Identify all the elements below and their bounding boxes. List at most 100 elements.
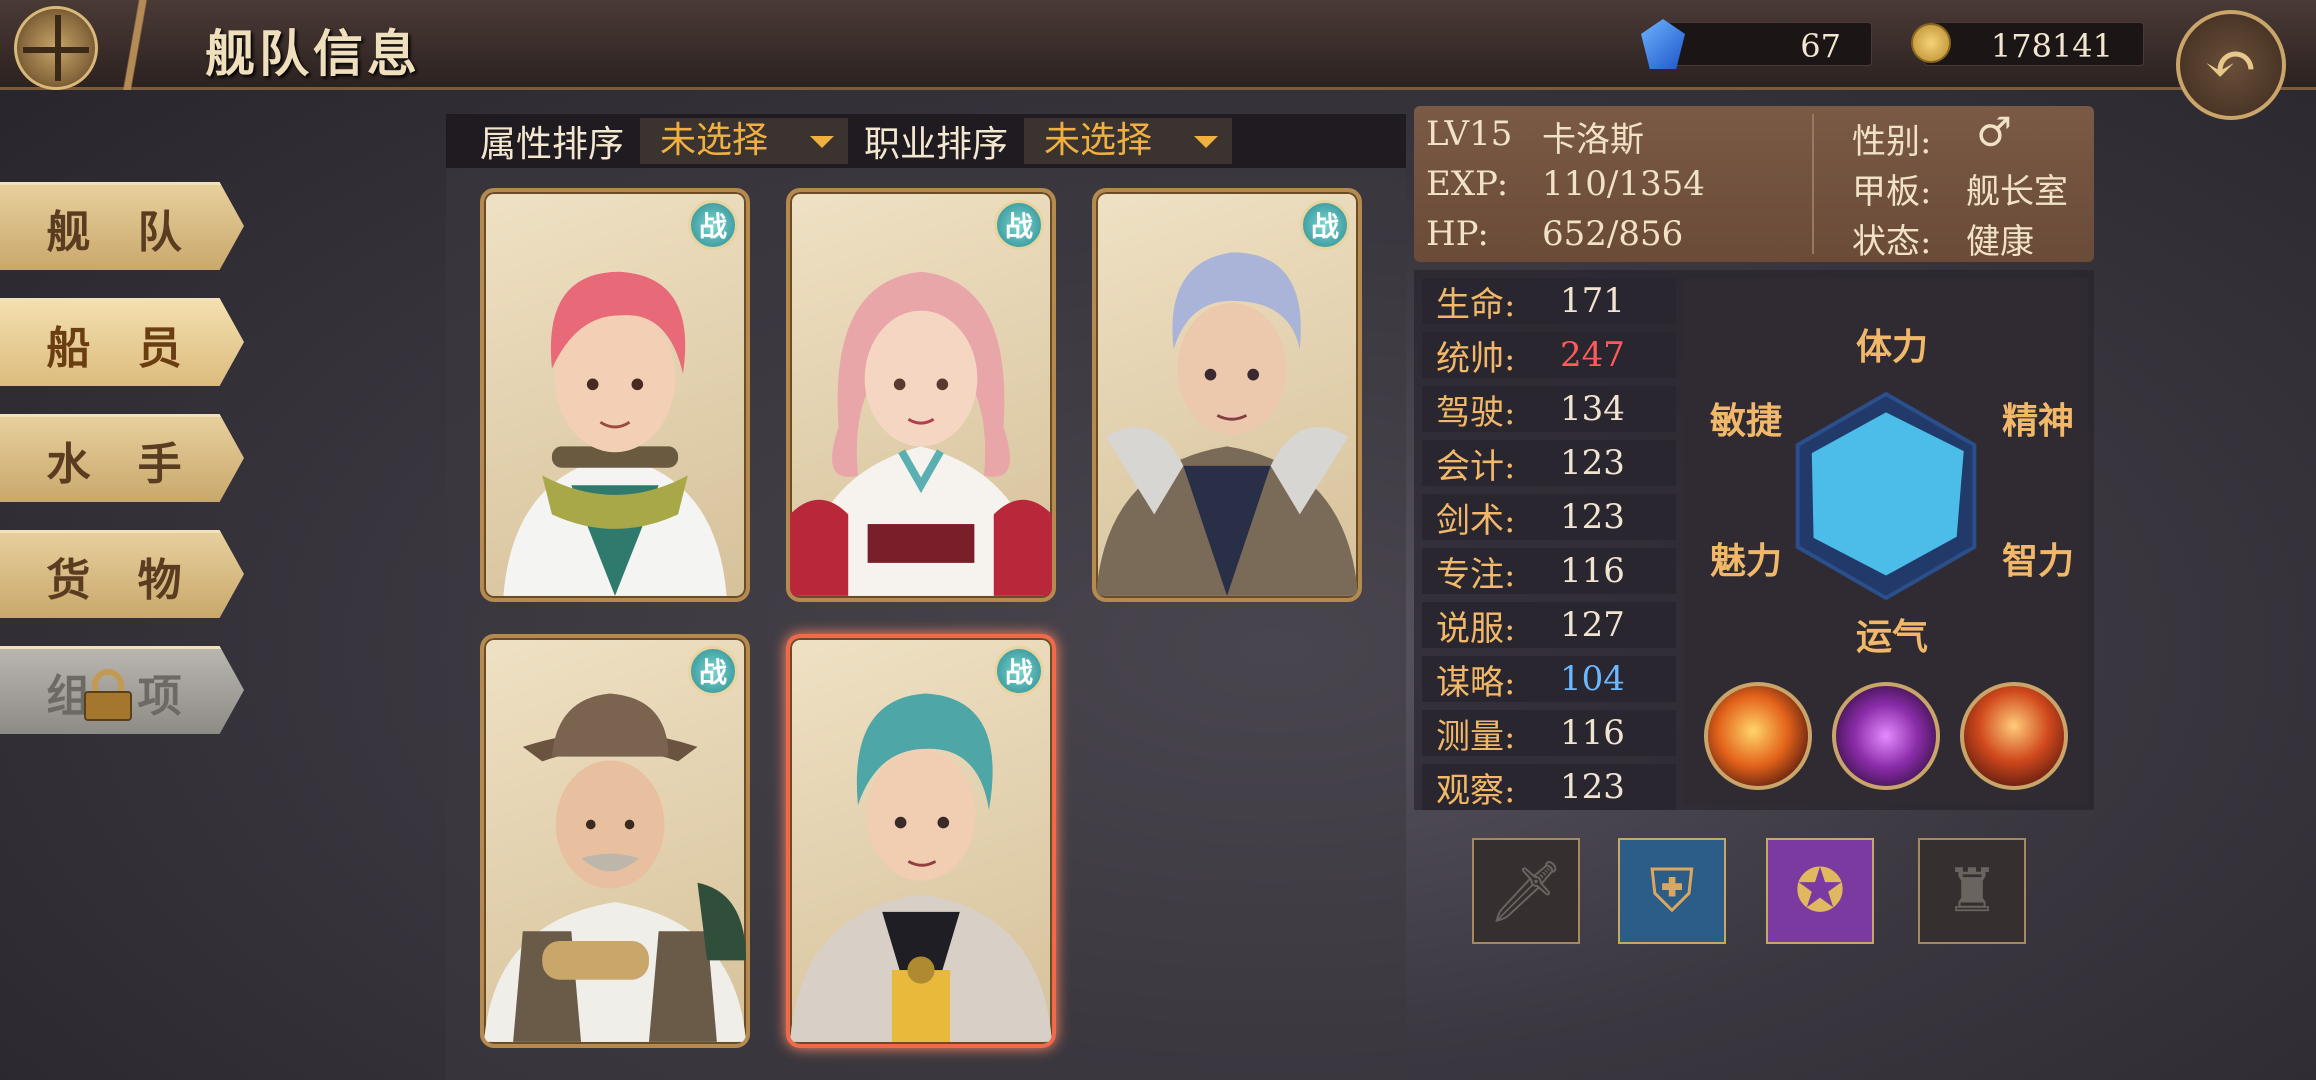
crew-portrait-teal-officer [790,693,1052,1042]
crew-portrait-pink-goggles [503,271,727,596]
stat-value: 116 [1560,551,1625,591]
stat-row: 谋略: 104 [1422,656,1676,703]
stats-panel: 生命: 171 统帅: 247 驾驶: 134 会计: 123 剑术: 123 专注: 116 说服: 1… [1414,270,2094,811]
gold-amount: 178141 [1990,27,2113,65]
radar-label-stamina: 体力 [1856,326,1929,368]
stat-value: 116 [1560,713,1625,753]
stat-row: 生命: 171 [1422,278,1676,325]
nav-cargo-label: 货 物 [46,554,198,606]
stat-label: 说服: [1436,608,1516,649]
nav-fleet[interactable]: 舰 队 [0,182,244,270]
status-value: 健康 [1966,222,2034,262]
radar-label-charm: 魅力 [1710,540,1783,582]
nav-sailors[interactable]: 水 手 [0,414,244,502]
stat-value: 123 [1560,443,1625,483]
stat-value: 134 [1560,389,1625,429]
stat-row: 统帅: 247 [1422,332,1676,379]
crew-card[interactable]: 战 [480,634,750,1048]
gold-counter[interactable]: 178141 [1911,22,2144,66]
nav-crew[interactable]: 船 员 [0,298,244,386]
character-summary: LV15 卡洛斯 EXP: 110/1354 HP: 652/856 性别: ♂… [1414,106,2094,262]
fire-burst-skill-icon[interactable] [1704,682,1812,790]
stat-label: 观察: [1436,770,1516,811]
job-sort-dropdown[interactable]: 未选择 [1024,118,1233,164]
back-button[interactable]: ↶ [2176,10,2286,120]
crew-portrait-pink-lady [790,271,1052,596]
attr-sort-dropdown[interactable]: 未选择 [640,118,849,164]
exp-value: 110/1354 [1542,164,1705,204]
flame-fist-skill-icon[interactable] [1960,682,2068,790]
nav-cargo[interactable]: 货 物 [0,530,244,618]
exp-label: EXP: [1426,164,1509,204]
armor-slot[interactable]: ⛨ [1618,838,1726,944]
nav-crew-label: 船 员 [46,322,198,374]
stat-value: 123 [1560,767,1625,807]
deck-label: 甲板: [1852,172,1932,212]
crew-card[interactable]: 战 [1092,188,1362,602]
battle-badge: 战 [994,200,1044,250]
coin-icon [1911,23,1951,63]
status-label: 状态: [1852,222,1932,262]
chevron-down-icon [1194,136,1219,148]
level-label: LV15 [1426,114,1513,154]
crew-card[interactable]: 战 [480,188,750,602]
crew-card-selected[interactable]: 战 [786,634,1056,1048]
spellbook-icon: ✪ [1794,856,1846,926]
hp-label: HP: [1426,214,1489,254]
book-slot[interactable]: ✪ [1766,838,1874,944]
stat-value: 127 [1560,605,1625,645]
character-name: 卡洛斯 [1542,120,1644,160]
nav-fleet-label: 舰 队 [46,206,198,258]
summary-divider [1812,114,1814,254]
stat-label: 会计: [1436,446,1516,487]
page-title: 舰队信息 [205,24,421,83]
hp-value: 652/856 [1542,214,1684,254]
radar-label-intellect: 智力 [2002,540,2075,582]
leg-armor-icon: ⛨ [1649,856,1695,926]
sort-bar: 属性排序 未选择 职业排序 未选择 [446,114,1406,168]
stat-label: 专注: [1436,554,1516,595]
back-arrow-icon: ↶ [2204,28,2258,102]
stat-value: 104 [1560,659,1625,699]
lock-icon [84,669,132,721]
attr-sort-value: 未选择 [660,120,769,161]
battle-badge: 战 [1300,200,1350,250]
stat-row: 会计: 123 [1422,440,1676,487]
battle-badge: 战 [688,200,738,250]
gender-label: 性别: [1852,122,1932,162]
stat-row: 观察: 123 [1422,764,1676,811]
job-sort-value: 未选择 [1044,120,1153,161]
accessory-slot[interactable]: ♜ [1918,838,2026,944]
stat-label: 剑术: [1436,500,1516,541]
stat-label: 生命: [1436,284,1516,325]
chevron-down-icon [810,136,835,148]
trophy-icon: ♜ [1945,856,1999,926]
stat-row: 驾驶: 134 [1422,386,1676,433]
nav-locked-item[interactable]: 组 项 [0,646,244,734]
crew-card[interactable]: 战 [786,188,1056,602]
gem-counter[interactable]: 67 [1641,19,1872,69]
stat-value: 247 [1560,335,1625,375]
deck-value: 舰长室 [1966,172,2068,212]
attr-sort-label: 属性排序 [480,124,625,165]
stat-label: 驾驶: [1436,392,1516,433]
radar-label-spirit: 精神 [2002,400,2075,442]
stat-label: 谋略: [1436,662,1516,703]
attribute-radar: 体力 精神 智力 运气 魅力 敏捷 [1684,278,2088,804]
stat-row: 专注: 116 [1422,548,1676,595]
stat-row: 测量: 116 [1422,710,1676,757]
male-icon: ♂ [1976,110,2012,156]
top-header: 舰队信息 67 178141 [0,0,2316,90]
job-sort-label: 职业排序 [864,124,1009,165]
purple-beast-skill-icon[interactable] [1832,682,1940,790]
stat-row: 剑术: 123 [1422,494,1676,541]
stat-row: 说服: 127 [1422,602,1676,649]
sword-icon: 🗡 [1487,856,1565,927]
radar-label-luck: 运气 [1856,616,1929,658]
radar-label-agility: 敏捷 [1710,400,1783,442]
gem-amount: 67 [1800,27,1841,65]
weapon-slot[interactable]: 🗡 [1472,838,1580,944]
nav-sailors-label: 水 手 [46,438,198,490]
gem-icon [1641,19,1685,69]
stat-value: 171 [1560,281,1625,321]
